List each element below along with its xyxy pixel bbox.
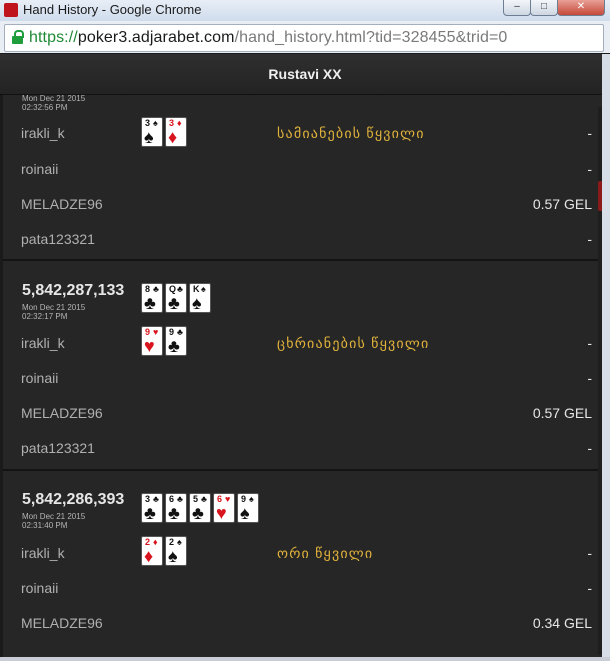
url-field[interactable]: https://poker3.adjarabet.com/hand_histor… (4, 24, 604, 52)
hand-date: Mon Dec 21 2015 (22, 95, 86, 103)
player-name: irakli_k (21, 335, 65, 351)
hand-time: 02:32:56 PM (22, 103, 68, 112)
playing-card: 2 ♠ ♠ (165, 536, 187, 566)
player-name: pata123321 (21, 231, 95, 247)
playing-card: 5 ♣ ♣ (189, 493, 211, 523)
player-name: irakli_k (21, 125, 65, 141)
player-winnings: - (587, 125, 592, 141)
playing-card: 6 ♥ ♥ (213, 493, 235, 523)
playing-card: 9 ♥ ♥ (141, 326, 163, 356)
hand-entry: Mon Dec 21 2015 02:32:56 PM ♥ ♥ ♠ irakli… (3, 95, 602, 259)
player-name: roinaii (21, 370, 59, 386)
hand-number[interactable]: 5,842,287,133 (22, 282, 124, 300)
hand-time: 02:32:17 PM (22, 312, 68, 321)
hand-result: ორი წყვილი (277, 545, 374, 561)
hand-entry: 5,842,286,393 Mon Dec 21 2015 02:31:40 P… (3, 471, 602, 657)
player-name: pata123321 (21, 440, 95, 456)
close-button[interactable]: ✕ (557, 0, 605, 16)
lock-icon (12, 30, 24, 44)
page-header: Rustavi XX (0, 54, 610, 95)
maximize-button[interactable]: □ (530, 0, 558, 16)
hand-time: 02:31:40 PM (22, 521, 68, 530)
playing-card: 2 ♦ ♦ (141, 536, 163, 566)
hand-history-list: Mon Dec 21 2015 02:32:56 PM ♥ ♥ ♠ irakli… (3, 95, 602, 657)
playing-card: 3 ♦ ♦ (165, 117, 187, 147)
player-winnings: - (587, 545, 592, 561)
player-winnings: 0.57 GEL (532, 196, 592, 212)
player-winnings: - (587, 161, 592, 177)
player-winnings: - (587, 440, 592, 456)
playing-card: Q ♣ ♣ (165, 283, 187, 313)
playing-card: K ♠ ♠ (189, 283, 211, 313)
playing-card: 3 ♣ ♣ (141, 493, 163, 523)
player-name: roinaii (21, 161, 59, 177)
player-name: MELADZE96 (21, 196, 103, 212)
window-frame (602, 54, 610, 661)
hand-date: Mon Dec 21 2015 (22, 303, 86, 312)
window-frame (0, 657, 610, 661)
player-winnings: 0.34 GEL (532, 615, 592, 631)
url-text[interactable]: https://poker3.adjarabet.com/hand_histor… (29, 29, 507, 47)
player-name: irakli_k (21, 545, 65, 561)
playing-card: 8 ♣ ♣ (141, 283, 163, 313)
app-favicon-icon (4, 3, 18, 17)
player-winnings: - (587, 370, 592, 386)
player-name: roinaii (21, 580, 59, 596)
playing-card: 3 ♠ ♠ (141, 117, 163, 147)
playing-card: 6 ♣ ♣ (165, 493, 187, 523)
hand-result: სამიანების წყვილი (277, 125, 425, 141)
player-name: MELADZE96 (21, 615, 103, 631)
player-winnings: - (587, 335, 592, 351)
hand-number[interactable]: 5,842,286,393 (22, 491, 124, 509)
player-hole-cards: 9 ♥ ♥ 9 ♣ ♣ (141, 326, 189, 356)
playing-card: 9 ♣ ♣ (165, 326, 187, 356)
hand-date: Mon Dec 21 2015 (22, 512, 86, 521)
board-cards: 8 ♣ ♣ Q ♣ ♣ K ♠ ♠ (141, 283, 213, 313)
player-hole-cards: 3 ♠ ♠ 3 ♦ ♦ (141, 117, 189, 147)
address-bar: https://poker3.adjarabet.com/hand_histor… (0, 21, 610, 53)
player-name: MELADZE96 (21, 405, 103, 421)
window-title: Hand History - Google Chrome (23, 2, 202, 17)
player-winnings: 0.57 GEL (532, 405, 592, 421)
minimize-button[interactable]: – (503, 0, 531, 16)
page-title: Rustavi XX (268, 66, 342, 82)
player-hole-cards: 2 ♦ ♦ 2 ♠ ♠ (141, 536, 189, 566)
hand-entry: 5,842,287,133 Mon Dec 21 2015 02:32:17 P… (3, 261, 602, 469)
board-cards: 3 ♣ ♣ 6 ♣ ♣ 5 ♣ ♣ 6 ♥ ♥ 9 ♠ ♠ (141, 493, 261, 523)
player-winnings: - (587, 231, 592, 247)
window-titlebar: Hand History - Google Chrome – □ ✕ (0, 0, 610, 22)
hand-result: ცხრიანების წყვილი (277, 335, 430, 351)
player-winnings: - (587, 580, 592, 596)
playing-card: 9 ♠ ♠ (237, 493, 259, 523)
